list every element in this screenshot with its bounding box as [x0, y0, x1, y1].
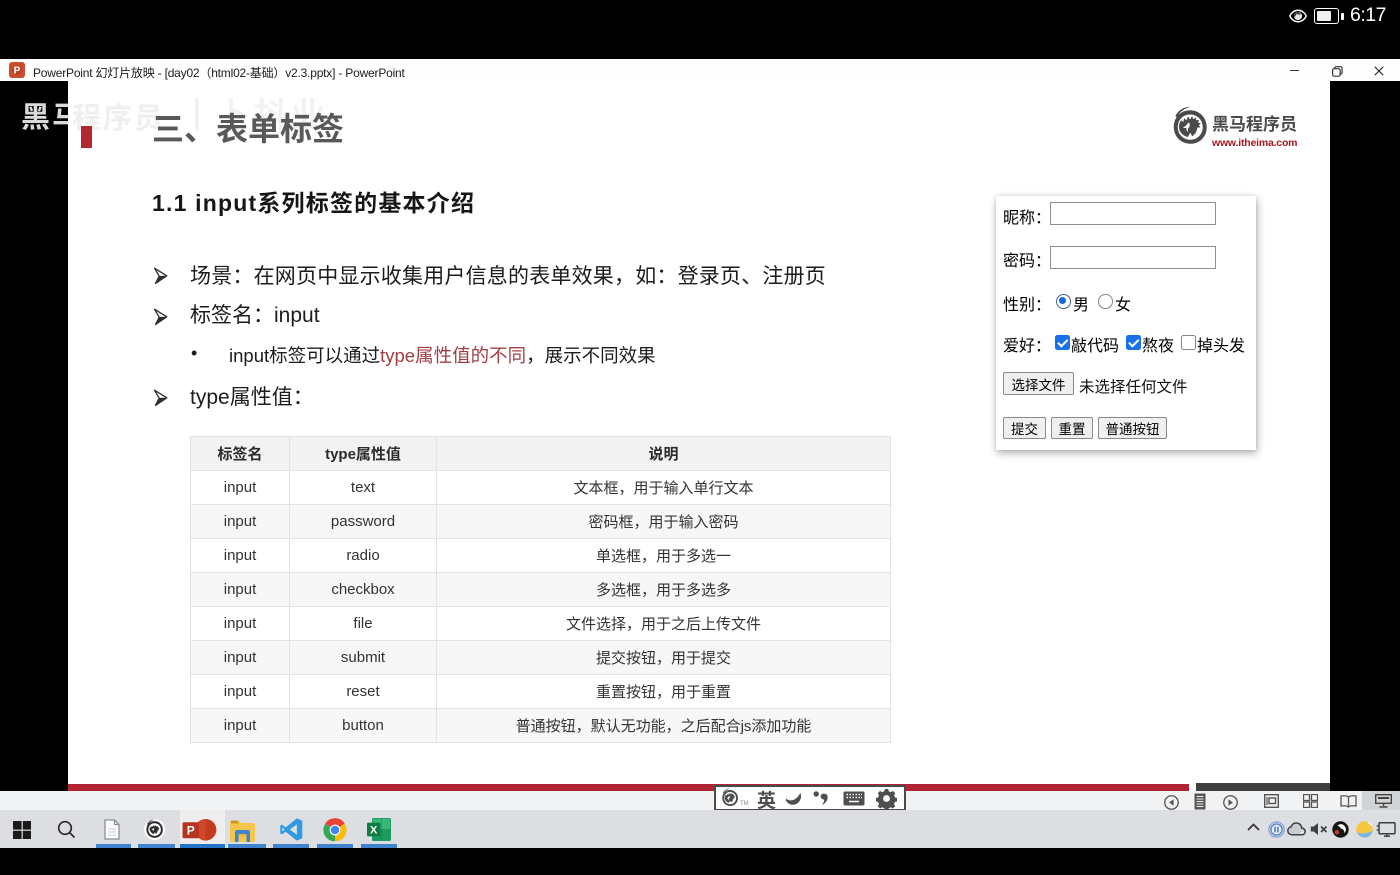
svg-text:P: P — [187, 824, 195, 838]
svg-text:P: P — [14, 66, 21, 77]
svg-text:X: X — [370, 825, 378, 837]
